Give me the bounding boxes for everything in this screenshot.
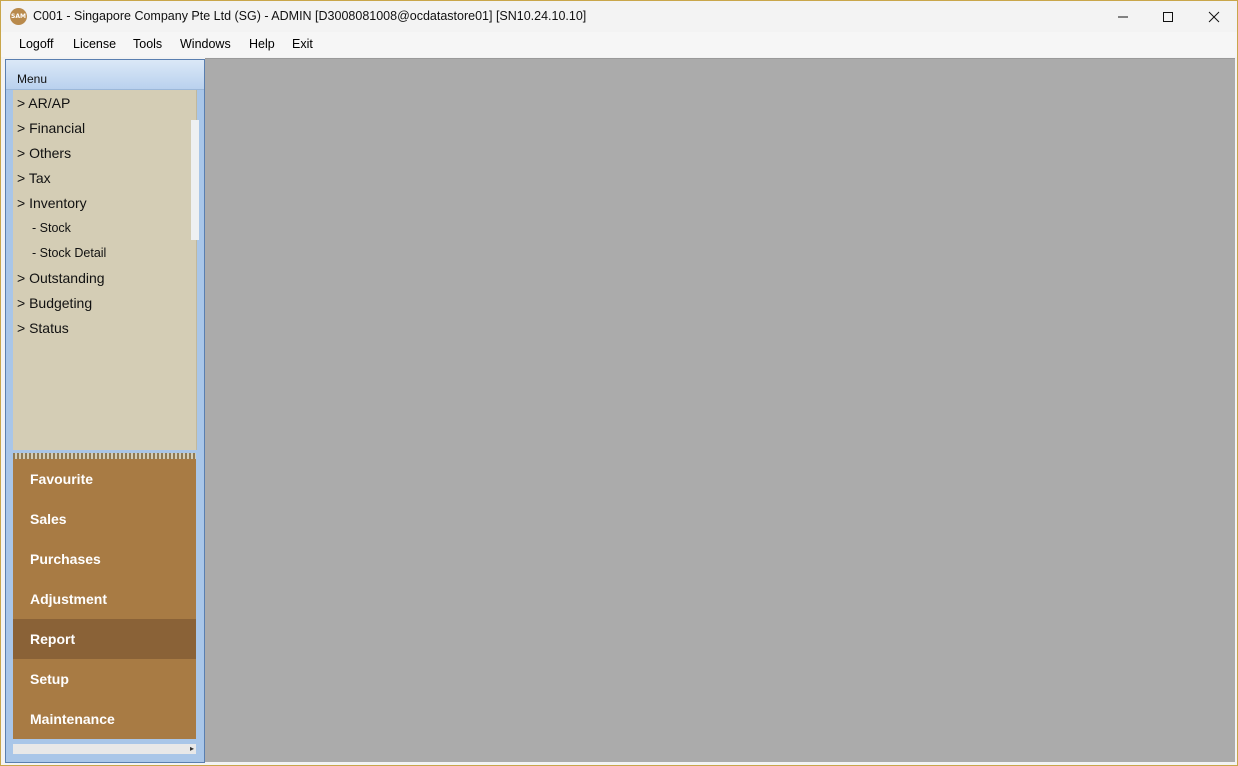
menu-windows[interactable]: Windows <box>180 37 231 51</box>
nav-button-group: Favourite Sales Purchases Adjustment Rep… <box>13 459 196 739</box>
tree-item-tax[interactable]: > Tax <box>17 170 51 186</box>
scroll-right-arrow-icon[interactable]: ▸ <box>190 745 194 753</box>
sidebar-header-label: Menu <box>17 72 48 86</box>
nav-purchases-label: Purchases <box>30 551 101 567</box>
nav-favourite-label: Favourite <box>30 471 94 487</box>
tree-item-stock-detail[interactable]: - Stock Detail <box>32 246 106 260</box>
maximize-icon <box>1163 12 1173 22</box>
app-logo-icon: SAM <box>10 8 27 25</box>
nav-report-button[interactable]: Report <box>13 619 196 659</box>
tree-item-status[interactable]: > Status <box>17 320 69 336</box>
menu-tree: > AR/AP > Financial > Others > Tax > Inv… <box>13 90 197 450</box>
tree-scrollbar[interactable] <box>191 120 199 240</box>
menu-logoff[interactable]: Logoff <box>19 37 54 51</box>
nav-maintenance-label: Maintenance <box>30 711 115 727</box>
nav-sales-button[interactable]: Sales <box>13 499 196 539</box>
maximize-button[interactable] <box>1145 1 1191 32</box>
close-button[interactable] <box>1191 1 1237 32</box>
minimize-icon <box>1118 16 1128 18</box>
sidebar-menu-panel: Menu > AR/AP > Financial > Others > Tax … <box>5 59 205 763</box>
nav-adjustment-button[interactable]: Adjustment <box>13 579 196 619</box>
close-icon <box>1208 11 1220 23</box>
nav-adjustment-label: Adjustment <box>30 591 107 607</box>
nav-report-label: Report <box>30 631 76 647</box>
nav-favourite-button[interactable]: Favourite <box>13 459 196 499</box>
tree-item-inventory[interactable]: > Inventory <box>17 195 87 211</box>
title-bar[interactable]: SAM C001 - Singapore Company Pte Ltd (SG… <box>1 1 1237 32</box>
tree-item-arap[interactable]: > AR/AP <box>17 95 70 111</box>
tree-item-budgeting[interactable]: > Budgeting <box>17 295 92 311</box>
nav-purchases-button[interactable]: Purchases <box>13 539 196 579</box>
window-title: C001 - Singapore Company Pte Ltd (SG) - … <box>33 9 587 23</box>
nav-sales-label: Sales <box>30 511 67 527</box>
menu-license[interactable]: License <box>73 37 116 51</box>
nav-maintenance-button[interactable]: Maintenance <box>13 699 196 739</box>
menu-tools[interactable]: Tools <box>133 37 162 51</box>
nav-setup-label: Setup <box>30 671 69 687</box>
nav-setup-button[interactable]: Setup <box>13 659 196 699</box>
menu-help[interactable]: Help <box>249 37 275 51</box>
tree-item-outstanding[interactable]: > Outstanding <box>17 270 105 286</box>
sidebar-header: Menu <box>6 60 204 90</box>
tree-item-financial[interactable]: > Financial <box>17 120 85 136</box>
menu-exit[interactable]: Exit <box>292 37 313 51</box>
minimize-button[interactable] <box>1100 1 1146 32</box>
tree-item-others[interactable]: > Others <box>17 145 71 161</box>
app-window: SAM C001 - Singapore Company Pte Ltd (SG… <box>0 0 1238 766</box>
menu-bar: Logoff License Tools Windows Help Exit <box>1 32 1237 57</box>
tree-item-stock[interactable]: - Stock <box>32 221 71 235</box>
nav-horizontal-scrollbar[interactable]: ▸ <box>13 744 196 754</box>
mdi-workspace <box>205 58 1235 762</box>
